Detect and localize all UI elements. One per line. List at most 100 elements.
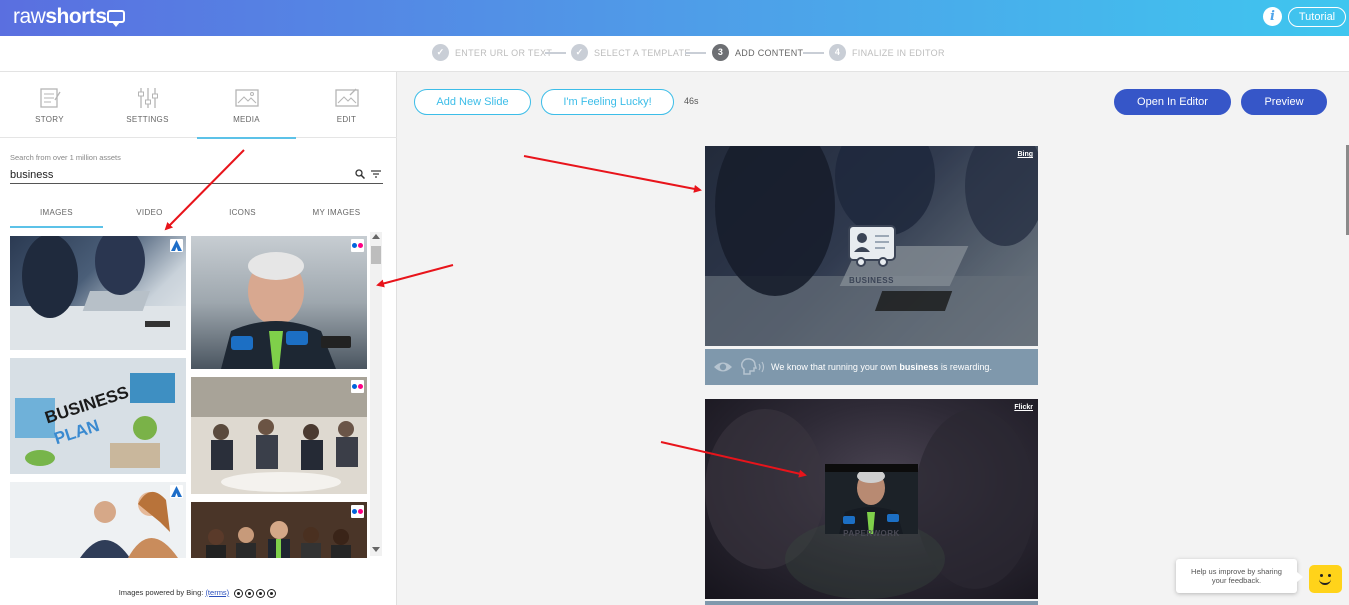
logo-bubble-icon (107, 10, 125, 27)
tab-label: EDIT (336, 115, 357, 124)
slide-icon-label: BUSINESS (849, 276, 894, 285)
smiley-eye (1328, 574, 1331, 577)
check-icon: ✓ (432, 44, 449, 61)
business-plan-photo: BUSINESS PLAN (10, 358, 186, 474)
panel-tabs: STORY SETTINGS MEDIA EDIT (0, 72, 397, 139)
step-connector (803, 52, 824, 54)
flickr-source-icon (351, 380, 364, 393)
tab-label: SETTINGS (126, 115, 169, 124)
step-connector (545, 52, 566, 54)
scroll-thumb[interactable] (371, 246, 381, 264)
image-icon (235, 89, 259, 107)
tab-video[interactable]: VIDEO (103, 200, 196, 228)
left-panel: STORY SETTINGS MEDIA EDIT Search from ov… (0, 72, 397, 605)
step-number: 4 (829, 44, 846, 61)
feedback-line: Help us improve by sharing (1191, 567, 1282, 576)
cc-info-icon (234, 588, 244, 598)
edit-image-icon (335, 88, 359, 107)
preview-button[interactable]: Preview (1241, 89, 1327, 115)
info-icon[interactable]: i (1263, 7, 1282, 26)
step-number: 3 (712, 44, 729, 61)
search-input[interactable] (10, 166, 383, 184)
step-label: SELECT A TEMPLATE (594, 47, 691, 58)
scroll-down-icon[interactable] (372, 547, 380, 552)
step-connector (685, 52, 706, 54)
feedback-smiley-icon[interactable] (1309, 565, 1342, 593)
bing-source-icon (170, 239, 183, 252)
business-meeting-photo (10, 236, 186, 350)
tutorial-button[interactable]: Tutorial (1288, 7, 1346, 27)
tab-my-images[interactable]: MY IMAGES (290, 200, 383, 228)
rawshorts-logo[interactable]: rawshorts (13, 5, 107, 29)
open-in-editor-button[interactable]: Open In Editor (1114, 89, 1231, 115)
feeling-lucky-button[interactable]: I'm Feeling Lucky! (541, 89, 674, 115)
terms-link[interactable]: (terms) (205, 588, 229, 597)
cc-by-icon (245, 588, 255, 598)
tab-label: MEDIA (233, 115, 260, 124)
smiley-mouth (1319, 579, 1331, 585)
tab-images[interactable]: IMAGES (10, 200, 103, 228)
video-duration: 46s (684, 96, 699, 106)
cc-sa-icon (267, 588, 277, 598)
thumbnail-scrollbar[interactable] (370, 232, 382, 556)
annotation-arrow (523, 155, 702, 193)
office-colleagues-photo (10, 482, 186, 558)
slide-caption-bar[interactable]: We know that running your own business i… (705, 349, 1038, 385)
step-finalize: 4 FINALIZE IN EDITOR (829, 44, 945, 61)
voiceover-icon[interactable] (740, 358, 768, 376)
check-icon: ✓ (571, 44, 588, 61)
filter-icon[interactable] (371, 170, 381, 178)
license-icons (234, 588, 278, 598)
top-bar: rawshorts i Tutorial (0, 0, 1349, 36)
feedback-line: your feedback. (1211, 576, 1262, 585)
scroll-up-icon[interactable] (372, 234, 380, 239)
slide-overlay-label: PAPERWORK (843, 529, 900, 538)
step-select-template: ✓ SELECT A TEMPLATE (571, 44, 691, 61)
flickr-source-icon (351, 239, 364, 252)
logo-text-raw: raw (13, 5, 46, 28)
media-type-tabs: IMAGES VIDEO ICONS MY IMAGES (10, 200, 383, 228)
caption-keyword: business (899, 362, 939, 372)
search-icon[interactable] (355, 169, 365, 179)
tab-story[interactable]: STORY (0, 72, 99, 138)
feedback-tooltip[interactable]: Help us improve by sharing your feedback… (1176, 559, 1303, 593)
search-hint: Search from over 1 million assets (10, 153, 121, 162)
cc-nc-icon (256, 588, 266, 598)
slide-card[interactable]: Bing BUSINESS (705, 146, 1038, 346)
tab-edit[interactable]: EDIT (297, 72, 396, 138)
slide-caption-text[interactable]: We know that running your own business i… (771, 362, 992, 372)
panel-people-photo (191, 502, 367, 558)
thumbnail-image[interactable] (191, 377, 367, 494)
caption-text-part: is rewarding. (938, 362, 992, 372)
powered-by-note: Images powered by Bing: (terms) (0, 588, 397, 598)
tab-settings[interactable]: SETTINGS (98, 72, 197, 138)
slide-source-credit[interactable]: Flickr (1014, 404, 1033, 411)
thumbnail-image[interactable] (10, 482, 186, 558)
conference-audience-photo (191, 377, 367, 494)
step-label: FINALIZE IN EDITOR (852, 47, 945, 58)
thumbnail-image[interactable] (191, 502, 367, 558)
step-enter-url: ✓ ENTER URL OR TEXT (432, 44, 552, 61)
flickr-source-icon (351, 505, 364, 518)
thumbnail-image[interactable]: BUSINESS PLAN (10, 358, 186, 474)
story-icon (40, 88, 61, 108)
step-label: ADD CONTENT (735, 47, 804, 58)
step-label: ENTER URL OR TEXT (455, 47, 553, 58)
thumbnail-image[interactable] (191, 236, 367, 369)
slide-caption-bar (705, 601, 1038, 605)
business-card-icon (848, 225, 896, 267)
powered-by-text: Images powered by Bing: (118, 588, 204, 597)
add-new-slide-button[interactable]: Add New Slide (414, 89, 531, 115)
sliders-icon (138, 88, 158, 108)
tab-label: STORY (35, 115, 64, 124)
speaker-at-microphones-photo (221, 252, 351, 369)
eye-icon[interactable] (713, 360, 733, 374)
tab-icons[interactable]: ICONS (196, 200, 289, 228)
tab-media[interactable]: MEDIA (197, 72, 296, 139)
progress-steps: ✓ ENTER URL OR TEXT ✓ SELECT A TEMPLATE … (0, 36, 1349, 72)
thumbnail-image[interactable] (10, 236, 186, 350)
logo-text-shorts: shorts (45, 5, 107, 28)
bing-source-icon (170, 485, 183, 498)
slide-card[interactable]: Flickr PAPERWORK (705, 399, 1038, 599)
slide-source-credit[interactable]: Bing (1017, 151, 1033, 158)
